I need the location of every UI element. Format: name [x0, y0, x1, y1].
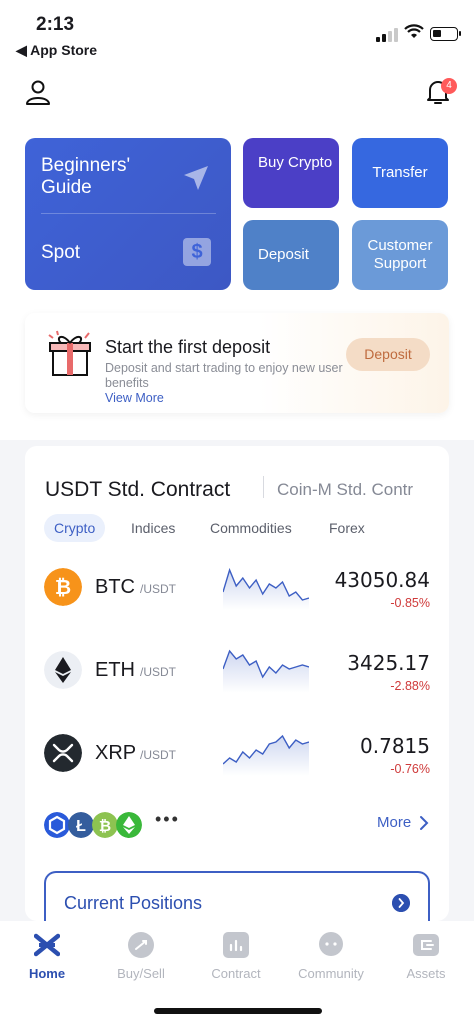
wifi-icon — [404, 24, 424, 38]
tab-label: Buy/Sell — [117, 966, 165, 981]
market-row-btc[interactable]: ₿ BTC /USDT 43050.84 -0.85% — [25, 556, 449, 616]
more-dots-icon[interactable]: ••• — [155, 809, 180, 830]
bitcoin-logo-icon: ₿ — [44, 568, 82, 606]
ethereum-logo-icon — [44, 651, 82, 689]
tab-label: Home — [28, 966, 66, 981]
coin-change: -2.88% — [390, 679, 430, 693]
sparkline-area — [223, 736, 309, 776]
coin-pair: /USDT — [140, 582, 176, 596]
tab-separator — [263, 476, 264, 498]
current-positions-label: Current Positions — [64, 893, 203, 913]
chip-indices[interactable]: Indices — [131, 514, 175, 542]
paper-plane-icon — [184, 166, 208, 190]
transfer-button[interactable]: Transfer — [352, 138, 448, 208]
view-more-link[interactable]: View More — [105, 391, 164, 405]
market-row-eth[interactable]: ETH /USDT 3425.17 -2.88% — [25, 639, 449, 699]
tab-label: Assets — [406, 966, 446, 981]
back-to-app-store-link[interactable]: ◀ App Store — [16, 42, 97, 59]
deposit-button[interactable]: Deposit — [346, 338, 430, 371]
coin-change: -0.85% — [390, 596, 430, 610]
xrp-logo-icon — [44, 734, 82, 772]
divider — [41, 213, 216, 214]
gift-icon — [48, 330, 91, 376]
ethereum-classic-icon — [116, 812, 142, 838]
tab-contract[interactable]: Contract — [189, 932, 283, 981]
chevron-right-icon[interactable] — [419, 815, 429, 831]
sparkline-chart — [223, 734, 309, 776]
chainlink-icon — [44, 812, 70, 838]
spot-button[interactable]: Spot — [41, 242, 80, 264]
user-profile-icon[interactable] — [24, 78, 52, 106]
market-row-xrp[interactable]: XRP /USDT 0.7815 -0.76% — [25, 722, 449, 782]
buy-sell-icon — [128, 932, 154, 958]
tab-coin-m-contract[interactable]: Coin-M Std. Contr — [277, 480, 427, 500]
coin-symbol: XRP — [95, 742, 137, 764]
sparkline-chart — [223, 567, 309, 610]
tab-buy-sell[interactable]: Buy/Sell — [94, 932, 188, 981]
first-deposit-banner[interactable]: Start the first deposit Deposit and star… — [25, 313, 449, 413]
beginners-guide-button[interactable]: Beginners' Guide — [41, 155, 161, 199]
status-time: 2:13 — [36, 14, 75, 35]
battery-icon — [430, 27, 461, 41]
customer-support-button[interactable]: Customer Support — [352, 220, 448, 290]
assets-icon — [413, 934, 439, 956]
tab-usdt-contract[interactable]: USDT Std. Contract — [45, 478, 230, 502]
svg-text:₿: ₿ — [99, 818, 111, 835]
svg-text:₿: ₿ — [55, 577, 71, 599]
contract-icon — [223, 932, 249, 958]
community-icon — [319, 932, 343, 956]
coin-pair: /USDT — [140, 748, 176, 762]
coin-symbol: ETH — [95, 659, 135, 681]
signal-icon — [376, 28, 400, 42]
sparkline-chart — [223, 649, 309, 693]
tab-assets[interactable]: Assets — [379, 932, 473, 981]
chip-commodities[interactable]: Commodities — [210, 514, 292, 542]
coin-price: 43050.84 — [334, 568, 430, 592]
market-card: USDT Std. Contract Coin-M Std. Contr Cry… — [25, 446, 449, 931]
chip-forex[interactable]: Forex — [329, 514, 365, 542]
promo-description: Deposit and start trading to enjoy new u… — [105, 361, 343, 390]
coin-pair: /USDT — [140, 665, 176, 679]
tab-community[interactable]: Community — [284, 932, 378, 981]
app-header — [0, 62, 474, 120]
bitcoin-cash-icon: ₿ — [92, 812, 118, 838]
arrow-right-circle-icon[interactable] — [392, 894, 410, 912]
tab-home[interactable]: Home — [0, 932, 94, 981]
coin-symbol: BTC — [95, 576, 135, 598]
dollar-icon: $ — [183, 238, 211, 266]
svg-text:Ł: Ł — [76, 818, 86, 835]
status-bar: 2:13 ◀ App Store — [0, 0, 474, 62]
coin-change: -0.76% — [390, 762, 430, 776]
beginners-guide-spot-card: Beginners' Guide Spot $ — [25, 138, 231, 290]
buy-crypto-button[interactable]: Buy Crypto — [243, 138, 339, 208]
coin-price: 0.7815 — [360, 734, 430, 758]
home-logo-icon — [34, 933, 60, 957]
coin-price: 3425.17 — [347, 651, 430, 675]
tab-label: Contract — [211, 966, 261, 981]
tab-label: Community — [298, 966, 364, 981]
home-indicator — [154, 1008, 322, 1014]
chip-crypto[interactable]: Crypto — [44, 514, 106, 542]
more-link[interactable]: More — [377, 814, 411, 831]
deposit-tile-button[interactable]: Deposit — [243, 220, 339, 290]
litecoin-icon: Ł — [68, 812, 94, 838]
notification-badge: 4 — [441, 78, 457, 94]
promo-title: Start the first deposit — [105, 337, 271, 357]
